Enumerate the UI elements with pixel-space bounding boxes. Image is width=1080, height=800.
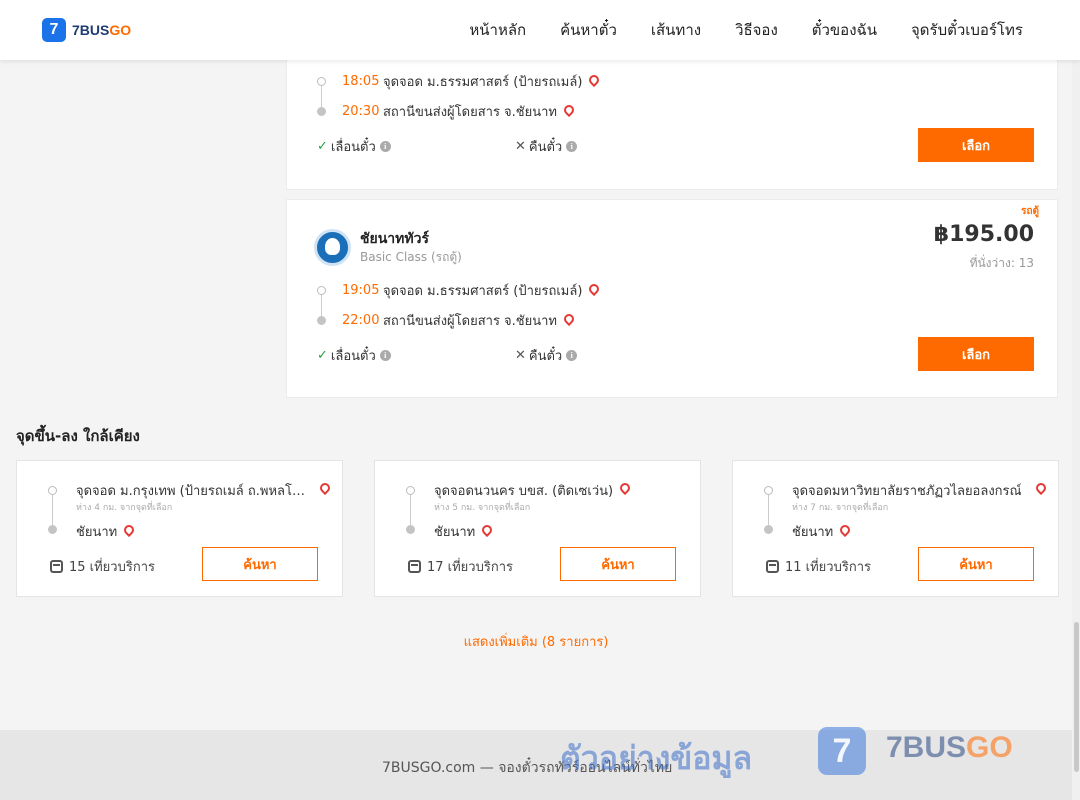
map-pin-icon[interactable]: [618, 480, 631, 496]
depart-time: 18:05: [342, 74, 380, 89]
depart-stop: 18:05 จุดจอด ม.ธรรมศาสตร์ (ป้ายรถเมล์): [317, 71, 602, 92]
arrive-stop: 20:30 สถานีขนส่งผู้โดยสาร จ.ชัยนาท: [317, 101, 577, 122]
dest-dot: [48, 525, 57, 534]
map-pin-icon[interactable]: [480, 522, 495, 537]
info-icon[interactable]: i: [379, 350, 391, 361]
origin-dot: [48, 486, 57, 495]
map-pin-icon[interactable]: [587, 281, 602, 296]
depart-place: จุดจอด ม.ธรรมศาสตร์ (ป้ายรถเมล์): [383, 75, 583, 90]
map-pin-icon[interactable]: [122, 522, 137, 537]
depart-dot: [317, 77, 326, 86]
route-line: [52, 495, 53, 525]
arrive-dot: [317, 316, 326, 325]
trip-count: 15 เที่ยวบริการ: [50, 556, 155, 577]
arrive-time: 20:30: [342, 104, 380, 119]
change-policy: ✓ เลื่อนตั๋ว i: [317, 136, 391, 157]
logo-icon: 7: [42, 18, 66, 42]
nav-home[interactable]: หน้าหลัก: [469, 18, 526, 42]
seats-available: ที่นั่งว่าง: 13: [969, 256, 1034, 270]
bus-icon: [50, 560, 63, 573]
map-pin-icon[interactable]: [838, 522, 853, 537]
trip-card: 18:05 จุดจอด ม.ธรรมศาสตร์ (ป้ายรถเมล์) 2…: [286, 52, 1058, 190]
search-button[interactable]: ค้นหา: [560, 547, 676, 581]
ticket-price: ฿195.00: [933, 222, 1034, 247]
arrive-time: 22:00: [342, 313, 380, 328]
search-button[interactable]: ค้นหา: [918, 547, 1034, 581]
check-icon: ✓: [317, 348, 328, 363]
arrive-stop: 22:00 สถานีขนส่งผู้โดยสาร จ.ชัยนาท: [317, 310, 577, 331]
main-nav: หน้าหลัก ค้นหาตั๋ว เส้นทาง วิธีจอง ตั๋วข…: [435, 0, 1023, 60]
info-icon[interactable]: i: [566, 141, 578, 152]
nearby-stop-card: จุดจอดมหาวิทยาลัยราชภัฏวไลยอลงกรณ์ ห่าง …: [732, 460, 1059, 597]
nav-ticket-pickup[interactable]: จุดรับตั๋วเบอร์โทร: [911, 18, 1023, 42]
nav-search-ticket[interactable]: ค้นหาตั๋ว: [560, 18, 617, 42]
depart-time: 19:05: [342, 283, 380, 298]
vehicle-type-tag: รถตู้: [1021, 206, 1039, 217]
bus-icon: [408, 560, 421, 573]
nav-my-tickets[interactable]: ตั๋วของฉัน: [812, 18, 877, 42]
origin-dot: [764, 486, 773, 495]
nearby-distance: ห่าง 4 กม. จากจุดที่เลือก: [76, 503, 173, 513]
trip-card: รถตู้ ชัยนาททัวร์ Basic Class (รถตู้) ฿1…: [286, 199, 1058, 398]
page-scrollbar[interactable]: [1072, 0, 1080, 800]
bus-class: Basic Class (รถตู้): [360, 250, 462, 264]
arrive-dot: [317, 107, 326, 116]
map-pin-icon[interactable]: [587, 72, 602, 87]
dest-dot: [406, 525, 415, 534]
change-policy: ✓ เลื่อนตั๋ว i: [317, 345, 391, 366]
search-button[interactable]: ค้นหา: [202, 547, 318, 581]
nav-routes[interactable]: เส้นทาง: [651, 18, 701, 42]
depart-place: จุดจอด ม.ธรรมศาสตร์ (ป้ายรถเมล์): [383, 284, 583, 299]
nearby-distance: ห่าง 5 กม. จากจุดที่เลือก: [434, 503, 531, 513]
cross-icon: ✕: [515, 348, 526, 363]
info-icon[interactable]: i: [379, 141, 391, 152]
logo-text: 7BUSGO: [72, 22, 132, 38]
nearby-stop-name: จุดจอดมหาวิทยาลัยราชภัฏวไลยอลงกรณ์: [792, 484, 1022, 499]
nearby-destination: ชัยนาท: [76, 521, 137, 542]
arrive-place: สถานีขนส่งผู้โดยสาร จ.ชัยนาท: [383, 314, 558, 329]
watermark-text: ตัวอย่างข้อมูล: [560, 739, 753, 777]
nearby-distance: ห่าง 7 กม. จากจุดที่เลือก: [792, 503, 889, 513]
trip-count: 17 เที่ยวบริการ: [408, 556, 513, 577]
map-pin-icon[interactable]: [317, 480, 333, 496]
cross-icon: ✕: [515, 139, 526, 154]
depart-dot: [317, 286, 326, 295]
refund-policy: ✕ คืนตั๋ว i: [515, 345, 578, 366]
nearby-stop-card: จุดจอด ม.กรุงเทพ (ป้ายรถเมล์ ถ.พหลโยธิน)…: [16, 460, 343, 597]
trip-count: 11 เที่ยวบริการ: [766, 556, 871, 577]
map-pin-icon[interactable]: [561, 102, 577, 117]
company-name: ชัยนาททัวร์: [360, 231, 429, 247]
show-more-link[interactable]: แสดงเพิ่มเติม (8 รายการ): [0, 631, 1072, 652]
nearby-section-title: จุดขึ้น-ลง ใกล้เคียง: [16, 427, 140, 445]
nearby-destination: ชัยนาท: [792, 521, 853, 542]
map-pin-icon[interactable]: [561, 311, 577, 326]
nav-how-to-book[interactable]: วิธีจอง: [735, 18, 778, 42]
refund-policy: ✕ คืนตั๋ว i: [515, 136, 578, 157]
nearby-stop-card: จุดจอดนวนคร บขส. (ติดเซเว่น) ห่าง 5 กม. …: [374, 460, 701, 597]
origin-dot: [406, 486, 415, 495]
nearby-destination: ชัยนาท: [434, 521, 495, 542]
site-logo[interactable]: 7 7BUSGO: [42, 18, 131, 42]
select-trip-button[interactable]: เลือก: [918, 337, 1034, 371]
select-trip-button[interactable]: เลือก: [918, 128, 1034, 162]
watermark-logo-icon: 7: [818, 727, 866, 775]
depart-stop: 19:05 จุดจอด ม.ธรรมศาสตร์ (ป้ายรถเมล์): [317, 280, 602, 301]
nearby-stop-name: จุดจอด ม.กรุงเทพ (ป้ายรถเมล์ ถ.พหลโยธิน): [76, 484, 308, 499]
scrollbar-thumb[interactable]: [1074, 622, 1079, 772]
nearby-stop-name: จุดจอดนวนคร บขส. (ติดเซเว่น): [434, 480, 631, 501]
route-line: [410, 495, 411, 525]
info-icon[interactable]: i: [566, 350, 578, 361]
top-header: 7 7BUSGO หน้าหลัก ค้นหาตั๋ว เส้นทาง วิธี…: [0, 0, 1080, 60]
route-line: [768, 495, 769, 525]
bus-icon: [766, 560, 779, 573]
watermark-brand: 7BUSGO: [886, 731, 1013, 764]
map-pin-icon[interactable]: [1033, 480, 1049, 496]
dest-dot: [764, 525, 773, 534]
check-icon: ✓: [317, 139, 328, 154]
arrive-place: สถานีขนส่งผู้โดยสาร จ.ชัยนาท: [383, 105, 558, 120]
company-logo: [314, 229, 351, 266]
